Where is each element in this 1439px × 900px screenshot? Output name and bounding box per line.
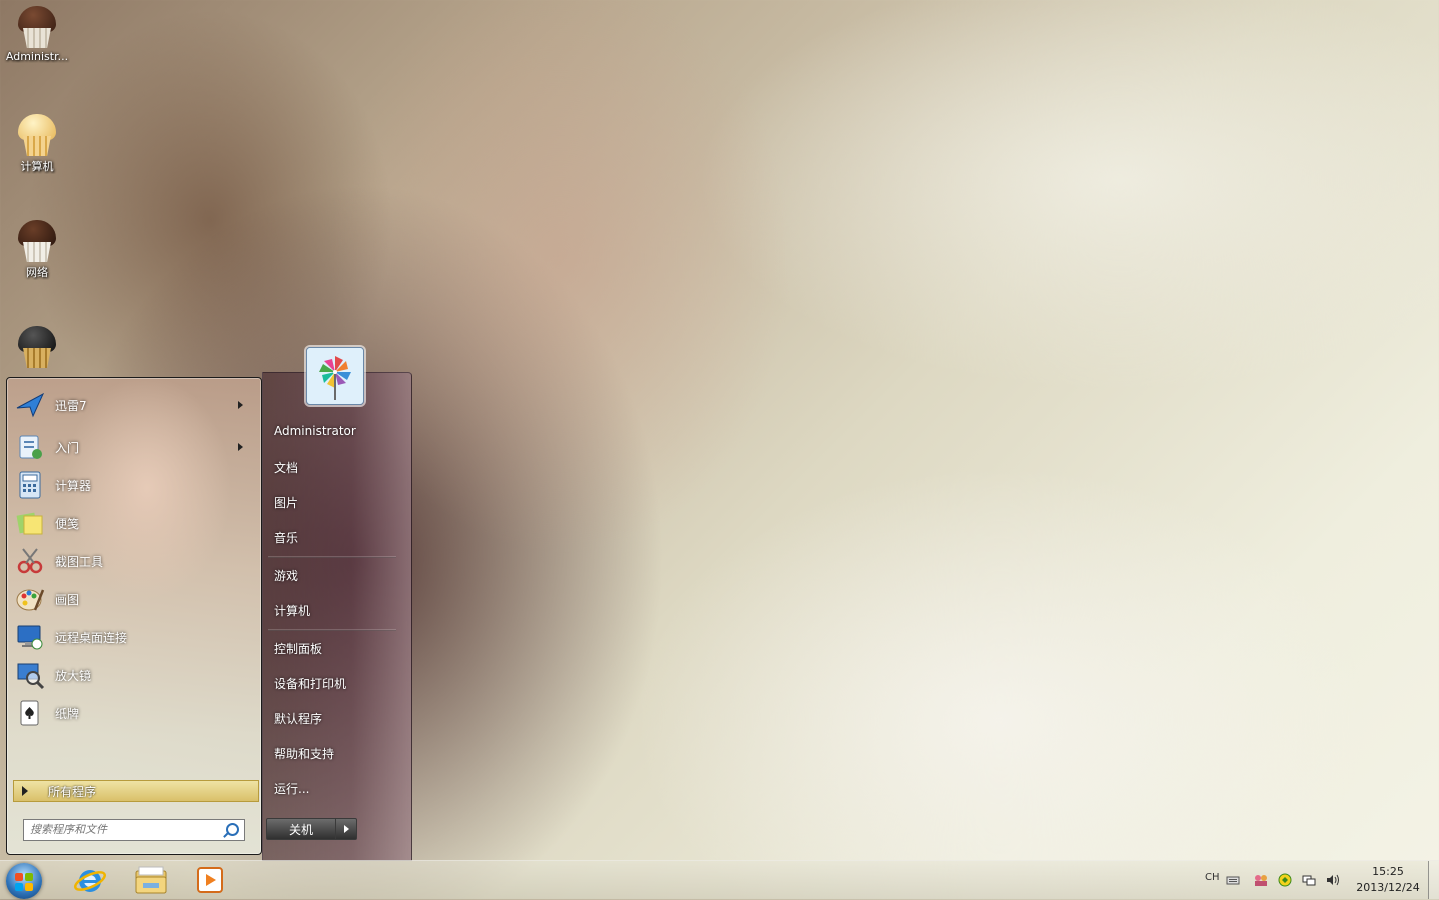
- program-label: 放大镜: [55, 668, 92, 683]
- desktop-icon-label: 计算机: [20, 160, 54, 173]
- windows-flag-icon: [15, 873, 23, 881]
- sticky-notes-icon: [15, 508, 45, 538]
- volume-icon[interactable]: [1326, 873, 1340, 887]
- program-label: 截图工具: [55, 554, 104, 569]
- windows-flag-icon: [25, 883, 33, 891]
- clock-date: 2013/12/24: [1356, 881, 1420, 894]
- all-programs-label: 所有程序: [48, 784, 97, 799]
- desktop-icon-computer[interactable]: 计算机: [4, 112, 70, 174]
- user-avatar[interactable]: [306, 347, 364, 405]
- all-programs-button[interactable]: 所有程序: [13, 780, 259, 802]
- submenu-arrow-icon: [238, 443, 243, 451]
- magnifier-icon: [15, 660, 45, 690]
- search-programs-field[interactable]: [23, 819, 245, 841]
- places-link-default-programs[interactable]: 默认程序: [274, 710, 322, 727]
- show-desktop-button[interactable]: [1428, 861, 1439, 899]
- program-label: 计算器: [55, 478, 92, 493]
- chocolate-cupcake-icon: [14, 4, 60, 50]
- getting-started-icon: [15, 432, 45, 462]
- places-link-help-support[interactable]: 帮助和支持: [274, 745, 334, 762]
- desktop-icon-network[interactable]: 网络: [4, 218, 70, 280]
- expand-arrow-icon: [22, 786, 28, 796]
- places-link-pictures[interactable]: 图片: [274, 494, 298, 511]
- program-label: 便笺: [55, 516, 80, 531]
- program-label: 远程桌面连接: [55, 630, 128, 645]
- start-button[interactable]: [6, 863, 42, 899]
- submenu-arrow-icon: [238, 401, 243, 409]
- places-link-documents[interactable]: 文档: [274, 459, 298, 476]
- search-input[interactable]: [24, 820, 218, 838]
- program-item-magnifier[interactable]: 放大镜: [13, 658, 251, 692]
- program-label: 画图: [55, 592, 80, 607]
- program-item-getting-started[interactable]: 入门: [13, 430, 251, 464]
- places-separator: [268, 556, 396, 558]
- pinwheel-icon: [307, 348, 363, 404]
- paint-icon: [15, 584, 45, 614]
- program-item-calculator[interactable]: 计算器: [13, 468, 251, 502]
- desktop-icon-label: 网络: [26, 266, 48, 279]
- media-player-icon: [197, 867, 223, 893]
- network-icon[interactable]: [1302, 873, 1316, 887]
- program-item-remote-desktop[interactable]: 远程桌面连接: [13, 620, 251, 654]
- shutdown-options-button[interactable]: [335, 818, 357, 840]
- program-item-solitaire[interactable]: 纸牌: [13, 696, 251, 730]
- start-menu: 迅雷7 入门 计算器 便笺 截图工具 画图 远程桌面连接 放大镜 纸牌 所有程序…: [2, 372, 412, 861]
- xunlei-icon: [15, 390, 45, 420]
- start-menu-programs-pane: 迅雷7 入门 计算器 便笺 截图工具 画图 远程桌面连接 放大镜 纸牌 所有程序…: [6, 377, 262, 855]
- program-item-snipping-tool[interactable]: 截图工具: [13, 544, 251, 578]
- vanilla-cupcake-icon: [14, 112, 60, 158]
- windows-flag-icon: [15, 883, 23, 891]
- shutdown-label: 关机: [288, 822, 313, 837]
- places-link-control-panel[interactable]: 控制面板: [274, 640, 322, 657]
- users-icon[interactable]: [1254, 873, 1268, 887]
- security-shield-icon[interactable]: [1278, 873, 1292, 887]
- windows-explorer-icon: [135, 866, 167, 894]
- keyboard-icon[interactable]: [1226, 873, 1240, 887]
- places-link-games[interactable]: 游戏: [274, 567, 298, 584]
- internet-explorer-icon: [74, 870, 106, 892]
- solitaire-icon: [15, 698, 45, 728]
- desktop-icon-label: Administr...: [5, 50, 69, 63]
- language-indicator[interactable]: CH: [1205, 872, 1220, 883]
- desktop-icon-administrator[interactable]: Administr...: [4, 4, 70, 63]
- program-label: 迅雷7: [55, 398, 87, 413]
- calculator-icon: [15, 470, 45, 500]
- places-link-administrator[interactable]: Administrator: [274, 424, 356, 438]
- clock-time: 15:25: [1372, 865, 1404, 878]
- places-link-computer[interactable]: 计算机: [274, 602, 310, 619]
- places-link-music[interactable]: 音乐: [274, 529, 298, 546]
- search-icon[interactable]: [226, 823, 239, 836]
- taskbar-media-player[interactable]: [184, 863, 236, 897]
- places-link-devices-printers[interactable]: 设备和打印机: [274, 675, 346, 692]
- places-link-run[interactable]: 运行...: [274, 780, 309, 797]
- program-item-sticky-notes[interactable]: 便笺: [13, 506, 251, 540]
- desktop-icon-recycle-bin[interactable]: [4, 324, 70, 370]
- snipping-tool-icon: [15, 546, 45, 576]
- taskbar-windows-explorer[interactable]: [125, 863, 177, 897]
- remote-desktop-icon: [15, 622, 45, 652]
- windows-flag-icon: [25, 873, 33, 881]
- chocolate-cupcake-icon: [14, 218, 60, 264]
- system-tray: CH: [1200, 862, 1370, 898]
- program-label: 纸牌: [55, 706, 80, 721]
- program-item-xunlei[interactable]: 迅雷7: [13, 388, 251, 422]
- recycle-bin-cupcake-icon: [14, 324, 60, 370]
- places-separator: [268, 629, 396, 631]
- program-item-paint[interactable]: 画图: [13, 582, 251, 616]
- taskbar-internet-explorer[interactable]: [64, 863, 116, 897]
- taskbar-clock[interactable]: 15:25 2013/12/24: [1352, 864, 1424, 896]
- shutdown-button[interactable]: 关机: [266, 818, 336, 840]
- program-label: 入门: [55, 440, 80, 455]
